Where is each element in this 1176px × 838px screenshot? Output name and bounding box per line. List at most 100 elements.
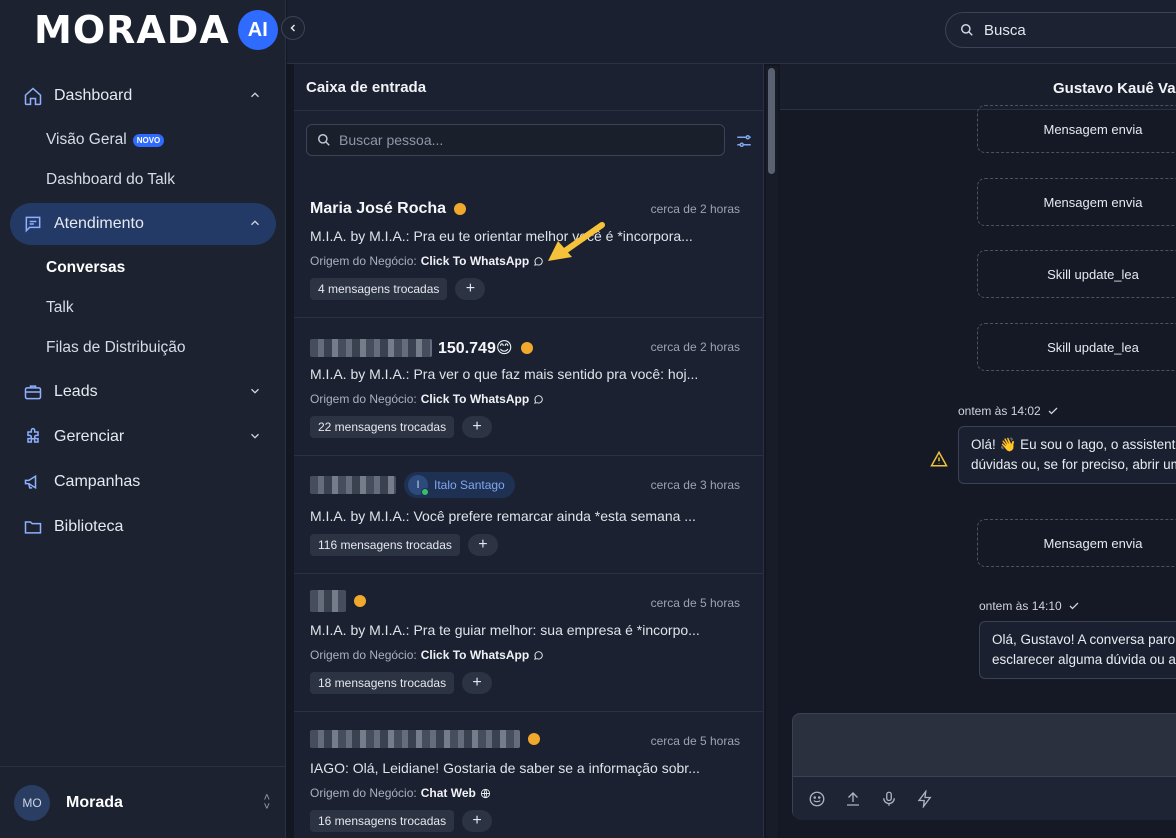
home-icon <box>22 85 44 107</box>
inbox-scrollbar[interactable] <box>766 66 778 838</box>
contact-name: Maria José Rocha <box>310 200 447 217</box>
system-event: Mensagem envia <box>977 519 1176 567</box>
check-icon <box>1048 407 1058 415</box>
system-event-text: Skill update_lea <box>1047 266 1139 282</box>
nav-dashboard-talk-label: Dashboard do Talk <box>46 171 175 188</box>
megaphone-icon <box>22 471 44 493</box>
people-search-field[interactable] <box>306 124 725 156</box>
add-tag-button[interactable]: + <box>467 534 498 556</box>
message-count-chip: 116 mensagens trocadas <box>310 534 460 556</box>
chat-contact-name: Gustavo Kauê Va <box>1053 80 1176 97</box>
message-timestamp: ontem às 14:02 <box>958 404 1059 418</box>
nav-campanhas[interactable]: Campanhas <box>10 461 276 503</box>
conversation-time: cerca de 2 horas <box>650 340 740 354</box>
message-bubble[interactable]: Olá, Gustavo! A conversa paro esclarecer… <box>979 621 1176 679</box>
conversation-tags: 18 mensagens trocadas + <box>310 672 493 694</box>
message-composer[interactable] <box>792 713 1176 820</box>
nav-talk[interactable]: Talk <box>0 288 286 328</box>
conversation-item[interactable]: Maria José Rocha cerca de 2 horas M.I.A.… <box>294 180 763 318</box>
logo[interactable]: MORADA AI <box>34 8 278 52</box>
origin-value: Click To WhatsApp <box>420 392 530 406</box>
agent-avatar: I <box>408 475 429 496</box>
collapse-sidebar-button[interactable] <box>281 16 305 40</box>
conversation-preview: M.I.A. by M.I.A.: Você prefere remarcar … <box>310 508 696 524</box>
emoji-icon[interactable] <box>807 789 827 809</box>
conversation-time: cerca de 5 horas <box>650 596 740 610</box>
nav-gerenciar[interactable]: Gerenciar <box>10 416 276 458</box>
assigned-agent-chip[interactable]: I Italo Santago <box>404 472 515 498</box>
redacted-name <box>310 730 520 748</box>
message-count-chip: 4 mensagens trocadas <box>310 278 448 300</box>
conversation-tags: 4 mensagens trocadas + <box>310 278 486 300</box>
conversation-name-row <box>310 730 540 748</box>
message-line: Olá! 👋 Eu sou o Iago, o assistente <box>971 437 1176 452</box>
nav-dashboard-talk[interactable]: Dashboard do Talk <box>0 160 286 200</box>
system-event-text: Skill update_lea <box>1047 339 1139 355</box>
conversation-item[interactable]: cerca de 5 horas IAGO: Olá, Leidiane! Go… <box>294 712 763 838</box>
chat-panel: Gustavo Kauê Va Mensagem envia Mensagem … <box>780 64 1176 838</box>
logo-text: MORADA <box>34 8 230 52</box>
briefcase-icon <box>22 381 44 403</box>
system-event-text: Mensagem envia <box>1043 194 1143 210</box>
sidebar: MORADA AI Dashboard Visão Geral NOVO Das… <box>0 0 286 838</box>
whatsapp-icon <box>534 650 543 660</box>
conversation-item[interactable]: I Italo Santago cerca de 3 horas M.I.A. … <box>294 456 763 574</box>
add-tag-button[interactable]: + <box>462 416 493 438</box>
puzzle-icon <box>22 426 44 448</box>
status-dot <box>528 733 540 745</box>
message-line: Olá, Gustavo! A conversa paro <box>992 632 1176 647</box>
conversation-item[interactable]: cerca de 5 horas M.I.A. by M.I.A.: Pra t… <box>294 574 763 712</box>
message-bubble[interactable]: Olá! 👋 Eu sou o Iago, o assistente dúvid… <box>958 426 1176 484</box>
conversation-name-row: Maria José Rocha <box>310 200 467 218</box>
divider <box>294 110 763 111</box>
status-dot <box>354 595 366 607</box>
filter-icon[interactable] <box>735 132 753 150</box>
search-icon <box>961 24 973 36</box>
upload-icon[interactable] <box>843 789 863 809</box>
main-nav: Dashboard Visão Geral NOVO Dashboard do … <box>0 72 286 551</box>
scrollbar-thumb[interactable] <box>768 68 775 174</box>
nav-biblioteca[interactable]: Biblioteca <box>10 506 276 548</box>
people-search-input[interactable] <box>339 132 699 148</box>
nav-visao-geral[interactable]: Visão Geral NOVO <box>0 120 286 160</box>
origin-label: Origem do Negócio: <box>310 392 417 406</box>
conversation-preview: M.I.A. by M.I.A.: Pra ver o que faz mais… <box>310 366 699 382</box>
nav-leads[interactable]: Leads <box>10 371 276 413</box>
system-event-text: Mensagem envia <box>1043 535 1143 551</box>
inbox-title: Caixa de entrada <box>306 79 427 96</box>
status-dot <box>454 203 467 215</box>
deal-origin: Origem do Negócio: Chat Web <box>310 786 491 800</box>
contact-name: 150.749😊 <box>438 340 513 357</box>
conversation-time: cerca de 2 horas <box>650 202 740 216</box>
origin-label: Origem do Negócio: <box>310 786 417 800</box>
redacted-name <box>310 476 396 494</box>
warning-icon[interactable] <box>930 450 948 468</box>
annotation-arrow-icon <box>548 222 605 261</box>
add-tag-button[interactable]: + <box>462 810 493 832</box>
message-count-chip: 22 mensagens trocadas <box>310 416 455 438</box>
system-event-text: Mensagem envia <box>1043 121 1143 137</box>
conversation-preview: M.I.A. by M.I.A.: Pra te guiar melhor: s… <box>310 622 700 638</box>
add-tag-button[interactable]: + <box>455 278 486 300</box>
user-name: Morada <box>66 793 123 811</box>
conversation-item[interactable]: 150.749😊 cerca de 2 horas M.I.A. by M.I.… <box>294 318 763 456</box>
nav-biblioteca-label: Biblioteca <box>54 518 124 535</box>
nav-atendimento-label: Atendimento <box>54 215 144 232</box>
whatsapp-icon <box>534 394 543 404</box>
agent-name: Italo Santago <box>434 478 505 492</box>
logo-ai-badge: AI <box>237 10 278 50</box>
lightning-icon[interactable] <box>915 789 935 809</box>
nav-filas[interactable]: Filas de Distribuição <box>0 328 286 368</box>
nav-conversas[interactable]: Conversas <box>0 248 286 288</box>
nav-dashboard-label: Dashboard <box>54 87 133 104</box>
system-event: Mensagem envia <box>977 178 1176 226</box>
message-line: dúvidas ou, se for preciso, abrir um <box>971 457 1176 472</box>
conversation-preview: IAGO: Olá, Leidiane! Gostaria de saber s… <box>310 760 700 776</box>
folder-icon <box>22 516 44 538</box>
global-search-input[interactable]: Busca <box>945 12 1176 48</box>
nav-dashboard[interactable]: Dashboard <box>10 75 276 117</box>
user-menu[interactable]: MO Morada ˄ ˅ <box>0 766 286 838</box>
add-tag-button[interactable]: + <box>462 672 493 694</box>
nav-atendimento[interactable]: Atendimento <box>10 203 276 245</box>
microphone-icon[interactable] <box>879 789 899 809</box>
